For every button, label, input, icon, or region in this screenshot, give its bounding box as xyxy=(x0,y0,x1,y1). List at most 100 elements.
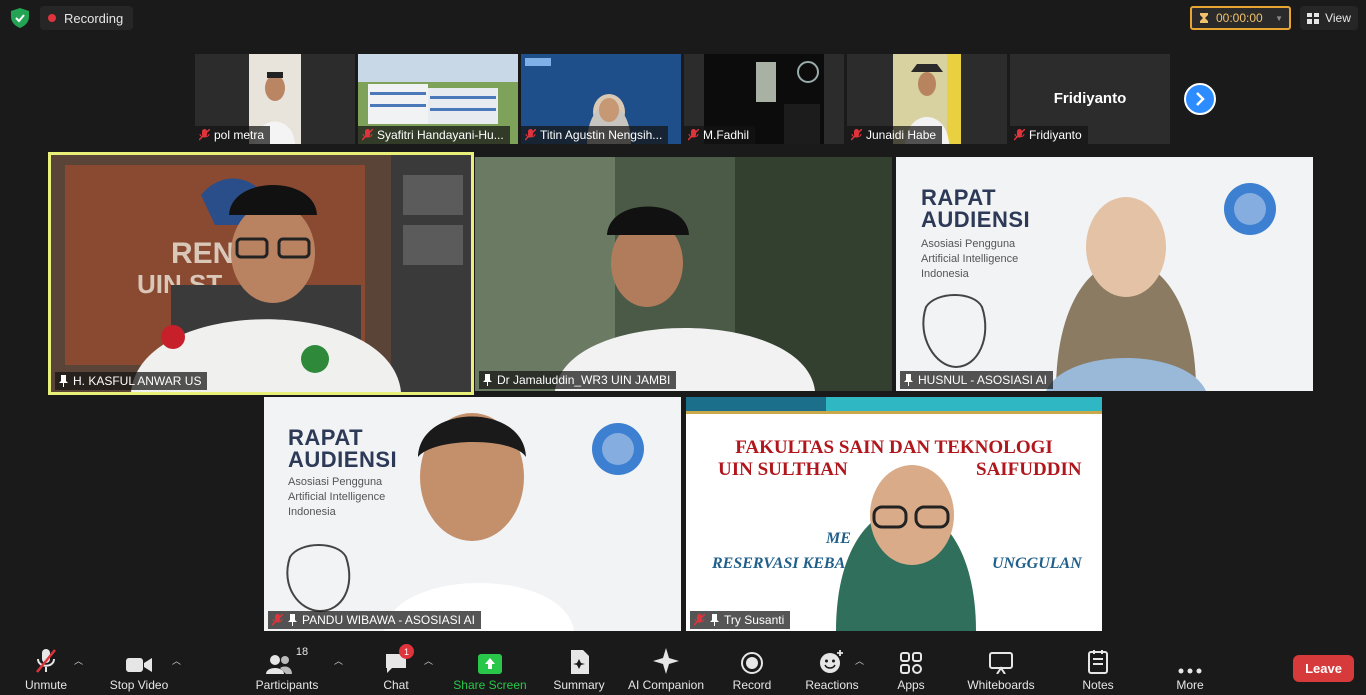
banner-line4b: UNGGULAN xyxy=(992,555,1082,572)
apps-label: Apps xyxy=(897,678,925,692)
slide-subtitle-line3: Indonesia xyxy=(288,506,336,518)
meeting-timer[interactable]: 00:00:00 ▼ xyxy=(1190,6,1291,30)
ai-companion-button[interactable]: AI Companion xyxy=(624,640,708,695)
participant-name: Try Susanti xyxy=(724,613,785,627)
mic-muted-icon xyxy=(199,129,210,141)
more-icon xyxy=(1178,668,1202,674)
share-screen-icon xyxy=(478,654,502,674)
reactions-label: Reactions xyxy=(805,678,859,692)
participant-thumbnail[interactable]: M.Fadhil xyxy=(684,54,844,144)
video-tile[interactable]: RAPAT AUDIENSI Asosiasi Pengguna Artific… xyxy=(264,397,681,631)
recording-indicator[interactable]: Recording xyxy=(40,6,134,30)
summary-icon xyxy=(571,650,589,674)
stop-video-label: Stop Video xyxy=(109,678,169,692)
record-label: Record xyxy=(732,678,772,692)
participant-name-label: H. KASFUL ANWAR US xyxy=(55,372,208,390)
more-button[interactable]: More xyxy=(1166,640,1214,695)
video-icon xyxy=(126,658,152,672)
slide-subtitle-line3: Indonesia xyxy=(921,268,969,280)
mic-muted-icon xyxy=(525,129,536,141)
mic-muted-icon xyxy=(694,614,705,626)
participant-thumbnail[interactable]: Titin Agustin Nengsih... xyxy=(521,54,681,144)
participant-name: PANDU WIBAWA - ASOSIASI AI xyxy=(302,613,475,627)
chevron-down-icon: ▼ xyxy=(1275,13,1283,23)
share-screen-label: Share Screen xyxy=(453,678,527,692)
notes-icon xyxy=(1088,650,1108,674)
chat-options-caret[interactable]: ︿ xyxy=(424,654,433,667)
whiteboards-button[interactable]: Whiteboards xyxy=(962,640,1040,695)
audio-options-caret[interactable]: ︿ xyxy=(74,654,83,667)
reactions-options-caret[interactable]: ︿ xyxy=(855,654,864,667)
video-tile-active-speaker[interactable]: REN UIN ST H. KASFUL ANWAR US xyxy=(48,152,474,395)
participant-name: M.Fadhil xyxy=(703,128,750,142)
chat-button[interactable]: Chat xyxy=(370,640,422,695)
participant-name-label: Dr Jamaluddin_WR3 UIN JAMBI xyxy=(479,371,677,389)
svg-text:REN: REN xyxy=(171,237,234,270)
mic-muted-icon xyxy=(851,129,862,141)
participants-icon xyxy=(265,655,292,674)
meeting-toolbar: Unmute ︿ Stop Video ︿ 18 Participants ︿ … xyxy=(0,640,1366,695)
chat-label: Chat xyxy=(383,678,409,692)
slide-title-line1: RAPAT xyxy=(288,425,364,450)
participant-thumbnail[interactable]: Junaidi Habe xyxy=(847,54,1007,144)
recording-label: Recording xyxy=(64,10,124,26)
participant-name: pol metra xyxy=(214,128,265,142)
view-label: View xyxy=(1325,11,1351,25)
more-label: More xyxy=(1176,678,1204,692)
record-button[interactable]: Record xyxy=(726,640,778,695)
view-grid-icon xyxy=(1307,12,1320,24)
share-screen-button[interactable]: Share Screen xyxy=(452,640,528,695)
chat-unread-badge: 1 xyxy=(399,644,414,659)
video-options-caret[interactable]: ︿ xyxy=(172,654,181,667)
mic-muted-icon xyxy=(272,614,283,626)
participant-thumbnail[interactable]: pol metra xyxy=(195,54,355,144)
notes-button[interactable]: Notes xyxy=(1074,640,1122,695)
banner-line3: ME xyxy=(826,530,851,547)
pin-icon xyxy=(288,614,297,626)
leave-button[interactable]: Leave xyxy=(1293,655,1354,682)
participants-count: 18 xyxy=(295,646,309,658)
reactions-button[interactable]: Reactions xyxy=(800,640,864,695)
pin-icon xyxy=(710,614,719,626)
recording-dot-icon xyxy=(48,14,56,22)
banner-line2b: SAIFUDDIN xyxy=(976,459,1082,480)
security-shield-icon[interactable] xyxy=(8,7,32,29)
apps-icon xyxy=(900,652,922,674)
participant-video xyxy=(475,157,892,391)
participant-name-label: Junaidi Habe xyxy=(847,126,943,144)
mic-muted-icon xyxy=(36,649,56,673)
participant-video xyxy=(686,397,1102,631)
unmute-button[interactable]: Unmute xyxy=(16,640,76,695)
slide-subtitle-line1: Asosiasi Pengguna xyxy=(288,476,383,488)
slide-title-line2: AUDIENSI xyxy=(921,207,1031,232)
view-button[interactable]: View xyxy=(1300,6,1358,30)
participant-name: HUSNUL - ASOSIASI AI xyxy=(918,373,1047,387)
apps-button[interactable]: Apps xyxy=(888,640,934,695)
mic-muted-icon xyxy=(362,129,373,141)
participant-name: Dr Jamaluddin_WR3 UIN JAMBI xyxy=(497,373,671,387)
video-tile[interactable]: FAKULTAS SAIN DAN TEKNOLOGI UIN SULTHAN … xyxy=(686,397,1102,631)
participant-video: REN UIN ST xyxy=(51,155,471,392)
record-icon xyxy=(741,652,763,674)
participant-display-name: Fridiyanto xyxy=(1053,90,1127,107)
summary-label: Summary xyxy=(553,678,605,692)
mic-muted-icon xyxy=(1014,129,1025,141)
participant-thumbnail[interactable]: Fridiyanto Fridiyanto xyxy=(1010,54,1170,144)
participant-name: Titin Agustin Nengsih... xyxy=(540,128,663,142)
participant-name-label: Titin Agustin Nengsih... xyxy=(521,126,669,144)
participant-name: Syafitri Handayani-Hu... xyxy=(377,128,504,142)
notes-label: Notes xyxy=(1082,678,1114,692)
video-tile[interactable]: Dr Jamaluddin_WR3 UIN JAMBI xyxy=(475,157,892,391)
participant-thumbnail[interactable]: Syafitri Handayani-Hu... xyxy=(358,54,518,144)
participants-button[interactable]: 18 Participants xyxy=(252,640,322,695)
video-tile[interactable]: RAPAT AUDIENSI Asosiasi Pengguna Artific… xyxy=(896,157,1313,391)
next-page-button[interactable] xyxy=(1184,83,1216,115)
summary-button[interactable]: Summary xyxy=(548,640,610,695)
unmute-label: Unmute xyxy=(24,678,68,692)
pin-icon xyxy=(59,375,68,387)
participants-options-caret[interactable]: ︿ xyxy=(334,654,343,667)
participant-name-label: Syafitri Handayani-Hu... xyxy=(358,126,510,144)
banner-line4a: RESERVASI KEBA xyxy=(712,555,846,572)
slide-title-line2: AUDIENSI xyxy=(288,447,398,472)
stop-video-button[interactable]: Stop Video xyxy=(104,640,174,695)
